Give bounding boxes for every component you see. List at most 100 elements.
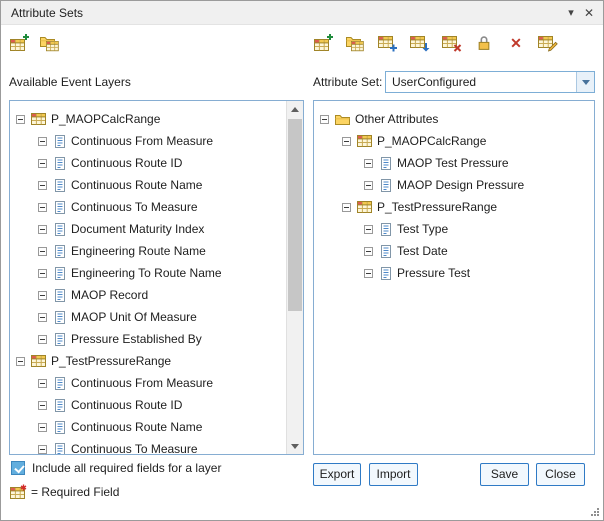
field-icon xyxy=(53,267,66,280)
tree-item[interactable]: Pressure Established By xyxy=(10,328,303,350)
remove-field-icon-glyph xyxy=(442,34,462,52)
vertical-scrollbar[interactable] xyxy=(286,101,303,454)
collapse-icon[interactable] xyxy=(16,115,25,124)
collapse-icon[interactable] xyxy=(38,181,47,190)
field-icon xyxy=(53,399,66,412)
left-tree: P_MAOPCalcRange Continuous From Measure … xyxy=(10,101,303,455)
required-field-icon xyxy=(10,484,27,499)
insert-field-icon[interactable] xyxy=(409,32,431,54)
tree-item[interactable]: P_MAOPCalcRange xyxy=(10,108,303,130)
collapse-icon[interactable] xyxy=(38,159,47,168)
add-event-layer-group-icon[interactable] xyxy=(39,32,61,54)
remove-field-icon[interactable] xyxy=(441,32,463,54)
scrollbar-thumb[interactable] xyxy=(288,119,302,311)
collapse-icon[interactable] xyxy=(364,247,373,256)
tree-item[interactable]: MAOP Record xyxy=(10,284,303,306)
new-attribute-set-icon[interactable] xyxy=(313,32,335,54)
tree-item-label: Test Date xyxy=(397,240,448,262)
tree-item[interactable]: Test Type xyxy=(314,218,594,240)
tree-item-label: Pressure Test xyxy=(397,262,470,284)
collapse-icon[interactable] xyxy=(38,203,47,212)
collapse-icon[interactable] xyxy=(38,335,47,344)
field-icon xyxy=(379,223,392,236)
add-field-icon[interactable] xyxy=(377,32,399,54)
collapse-icon[interactable] xyxy=(38,401,47,410)
field-icon xyxy=(379,179,392,192)
copy-attribute-set-icon[interactable] xyxy=(345,32,367,54)
close-button[interactable]: Close xyxy=(536,463,585,486)
scroll-down-icon[interactable] xyxy=(287,438,303,454)
collapse-icon[interactable] xyxy=(38,423,47,432)
collapse-icon[interactable] xyxy=(38,225,47,234)
tree-item[interactable]: Continuous To Measure xyxy=(10,438,303,455)
tree-item[interactable]: P_TestPressureRange xyxy=(314,196,594,218)
dropdown-arrow-button[interactable] xyxy=(576,72,594,92)
field-icon xyxy=(53,223,66,236)
tree-item[interactable]: MAOP Test Pressure xyxy=(314,152,594,174)
attribute-set-label: Attribute Set: xyxy=(313,71,382,93)
collapse-icon[interactable] xyxy=(364,181,373,190)
collapse-icon[interactable] xyxy=(38,269,47,278)
tree-item[interactable]: Continuous Route Name xyxy=(10,174,303,196)
tree-item[interactable]: Continuous From Measure xyxy=(10,130,303,152)
tree-item[interactable]: P_MAOPCalcRange xyxy=(314,130,594,152)
attribute-set-dropdown[interactable]: UserConfigured xyxy=(385,71,595,93)
delete-attribute-set-icon[interactable]: ✕ xyxy=(505,32,527,54)
tree-item[interactable]: Test Date xyxy=(314,240,594,262)
attribute-set-properties-icon[interactable] xyxy=(537,32,559,54)
import-button[interactable]: Import xyxy=(369,463,418,486)
attribute-set-tree: Other Attributes P_MAOPCalcRange MAOP Te… xyxy=(313,100,595,455)
close-icon[interactable]: ✕ xyxy=(581,5,597,21)
tree-item-label: Document Maturity Index xyxy=(71,218,204,240)
collapse-icon[interactable] xyxy=(342,203,351,212)
tree-item[interactable]: MAOP Design Pressure xyxy=(314,174,594,196)
include-required-fields-checkbox[interactable] xyxy=(11,461,25,475)
export-button[interactable]: Export xyxy=(313,463,361,486)
collapse-icon[interactable] xyxy=(342,137,351,146)
add-event-layer-icon[interactable] xyxy=(9,32,31,54)
tree-item[interactable]: Continuous Route ID xyxy=(10,394,303,416)
collapse-icon[interactable] xyxy=(320,115,329,124)
scroll-up-icon[interactable] xyxy=(287,101,303,117)
save-button[interactable]: Save xyxy=(480,463,529,486)
collapse-icon[interactable] xyxy=(364,159,373,168)
insert-field-icon-glyph xyxy=(410,34,430,52)
tree-item-label: MAOP Design Pressure xyxy=(397,174,524,196)
tree-item[interactable]: Continuous To Measure xyxy=(10,196,303,218)
collapse-icon[interactable] xyxy=(16,357,25,366)
tree-item[interactable]: Engineering To Route Name xyxy=(10,262,303,284)
tree-item[interactable]: MAOP Unit Of Measure xyxy=(10,306,303,328)
collapse-icon[interactable] xyxy=(38,247,47,256)
collapse-icon[interactable] xyxy=(38,445,47,454)
tree-item[interactable]: Pressure Test xyxy=(314,262,594,284)
tree-item-label: P_MAOPCalcRange xyxy=(51,108,160,130)
tree-item[interactable]: P_TestPressureRange xyxy=(10,350,303,372)
chevron-down-icon xyxy=(582,80,590,85)
tree-item[interactable]: Continuous Route Name xyxy=(10,416,303,438)
collapse-icon[interactable] xyxy=(38,137,47,146)
field-icon xyxy=(53,289,66,302)
resize-grip[interactable] xyxy=(590,507,600,517)
tree-item[interactable]: Document Maturity Index xyxy=(10,218,303,240)
available-event-layers-tree: P_MAOPCalcRange Continuous From Measure … xyxy=(9,100,304,455)
event-layer-icon xyxy=(31,113,46,125)
tree-item[interactable]: Other Attributes xyxy=(314,108,594,130)
tree-item-label: Test Type xyxy=(397,218,448,240)
tree-item[interactable]: Engineering Route Name xyxy=(10,240,303,262)
tree-item[interactable]: Continuous From Measure xyxy=(10,372,303,394)
add-field-icon-glyph xyxy=(378,34,398,52)
tree-item-label: P_MAOPCalcRange xyxy=(377,130,486,152)
collapse-icon[interactable] xyxy=(364,225,373,234)
toolbar-left xyxy=(9,31,61,55)
pane-menu-icon[interactable]: ▾ xyxy=(563,5,579,21)
collapse-icon[interactable] xyxy=(38,313,47,322)
collapse-icon[interactable] xyxy=(364,269,373,278)
collapse-icon[interactable] xyxy=(38,291,47,300)
tree-item-label: Engineering To Route Name xyxy=(71,262,222,284)
tree-item-label: Continuous From Measure xyxy=(71,130,213,152)
lock-attribute-set-icon[interactable] xyxy=(473,32,495,54)
tree-item-label: MAOP Record xyxy=(71,284,148,306)
collapse-icon[interactable] xyxy=(38,379,47,388)
tree-item[interactable]: Continuous Route ID xyxy=(10,152,303,174)
tree-item-label: Continuous Route ID xyxy=(71,394,182,416)
